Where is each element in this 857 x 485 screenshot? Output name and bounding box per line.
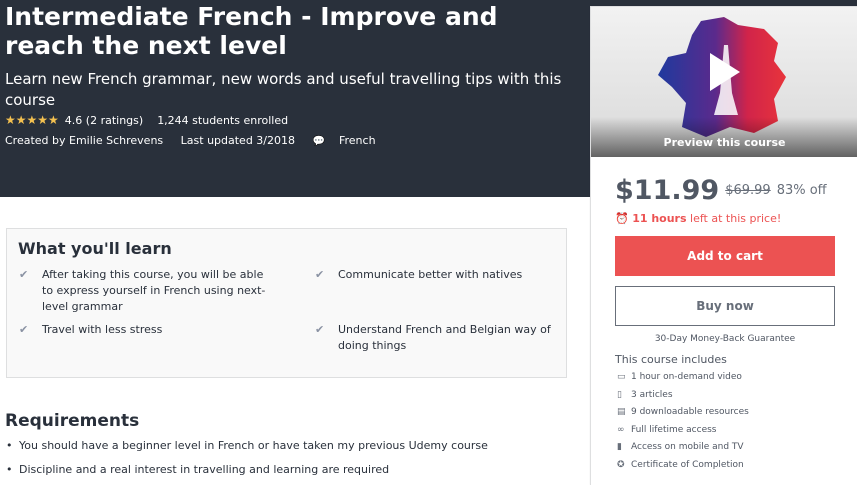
discount-label: 83% off	[776, 183, 827, 198]
includes-item: ▤ 9 downloadable resources	[617, 406, 749, 424]
course-title: Intermediate French - Improve and reach …	[5, 2, 498, 60]
requirements-list: You should have a beginner level in Fren…	[5, 439, 488, 485]
certificate-icon: ✪	[617, 459, 625, 470]
rating-row: ★★★★★ 4.6 (2 ratings) 1,244 students enrol…	[5, 113, 288, 128]
includes-heading: This course includes	[615, 353, 727, 366]
timer-hours: 11 hours	[632, 212, 687, 225]
preview-label[interactable]: Preview this course	[591, 136, 857, 149]
mobile-icon: ▮	[617, 442, 622, 453]
star-rating-icon: ★★★★★	[5, 113, 59, 127]
infinity-icon: ∞	[617, 424, 625, 435]
language: 💬 French	[313, 134, 390, 147]
includes-item-text: 3 articles	[631, 389, 673, 400]
course-subtitle: Learn new French grammar, new words and …	[5, 70, 562, 109]
includes-item-text: Access on mobile and TV	[631, 442, 744, 453]
learn-item-text: Travel with less stress	[42, 323, 163, 336]
buy-now-button[interactable]: Buy now	[615, 286, 835, 326]
rating-value[interactable]: 4.6 (2 ratings)	[65, 114, 143, 127]
check-icon: ✔	[315, 323, 325, 336]
learn-item-text: After taking this course, you will be ab…	[42, 268, 266, 313]
file-icon: ▯	[617, 389, 622, 400]
language-label: French	[338, 134, 376, 147]
includes-item: ∞ Full lifetime access	[617, 424, 749, 442]
money-back-guarantee: 30-Day Money-Back Guarantee	[654, 334, 796, 344]
speech-bubble-icon: 💬	[312, 136, 325, 147]
requirement-item: Discipline and a real interest in travel…	[5, 463, 488, 477]
check-icon: ✔	[315, 268, 325, 281]
download-icon: ▤	[617, 407, 626, 418]
learn-item-text: Communicate better with natives	[338, 268, 523, 281]
includes-item-text: 9 downloadable resources	[631, 407, 749, 418]
play-icon[interactable]	[696, 47, 746, 97]
requirement-item: You should have a beginner level in Fren…	[5, 439, 488, 453]
learn-item: ✔ After taking this course, you will be …	[19, 267, 269, 315]
learn-item: ✔ Communicate better with natives	[315, 267, 565, 283]
created-by[interactable]: Created by Emilie Schrevens	[5, 134, 163, 147]
includes-item: ▭ 1 hour on-demand video	[617, 371, 749, 389]
alarm-clock-icon: ⏰	[615, 212, 629, 225]
includes-item: ▮ Access on mobile and TV	[617, 441, 749, 459]
course-preview[interactable]: Preview this course	[591, 7, 857, 157]
learn-item-text: Understand French and Belgian way of doi…	[338, 323, 551, 352]
check-icon: ✔	[19, 323, 29, 336]
price-timer: ⏰ 11 hours left at this price!	[615, 212, 781, 225]
check-icon: ✔	[19, 268, 29, 281]
learn-heading: What you'll learn	[18, 239, 172, 258]
purchase-sidebar: Preview this course $11.99 $69.99 83% off …	[590, 6, 857, 485]
what-you-will-learn: What you'll learn ✔ After taking this co…	[6, 228, 567, 378]
includes-item: ▯ 3 articles	[617, 389, 749, 407]
current-price: $11.99	[615, 175, 720, 206]
price-row: $11.99 $69.99 83% off	[615, 175, 827, 206]
includes-item-text: 1 hour on-demand video	[631, 372, 742, 382]
includes-list: ▭ 1 hour on-demand video ▯ 3 articles ▤ 9 d…	[617, 371, 749, 477]
learn-item: ✔ Understand French and Belgian way of d…	[315, 322, 560, 354]
timer-text: left at this price!	[686, 212, 782, 225]
includes-item-text: Full lifetime access	[631, 424, 717, 435]
includes-item-text: Certificate of Completion	[631, 459, 744, 470]
course-meta: Created by Emilie Schrevens Last updated…	[5, 134, 404, 149]
includes-item: ✪ Certificate of Completion	[617, 459, 749, 477]
enrolled-count: 1,244 students enrolled	[157, 114, 289, 127]
last-updated: Last updated 3/2018	[180, 134, 296, 147]
original-price: $69.99	[725, 183, 771, 198]
add-to-cart-button[interactable]: Add to cart	[615, 236, 835, 276]
learn-item: ✔ Travel with less stress	[19, 322, 269, 338]
video-icon: ▭	[617, 372, 626, 382]
requirements-heading: Requirements	[5, 411, 140, 431]
